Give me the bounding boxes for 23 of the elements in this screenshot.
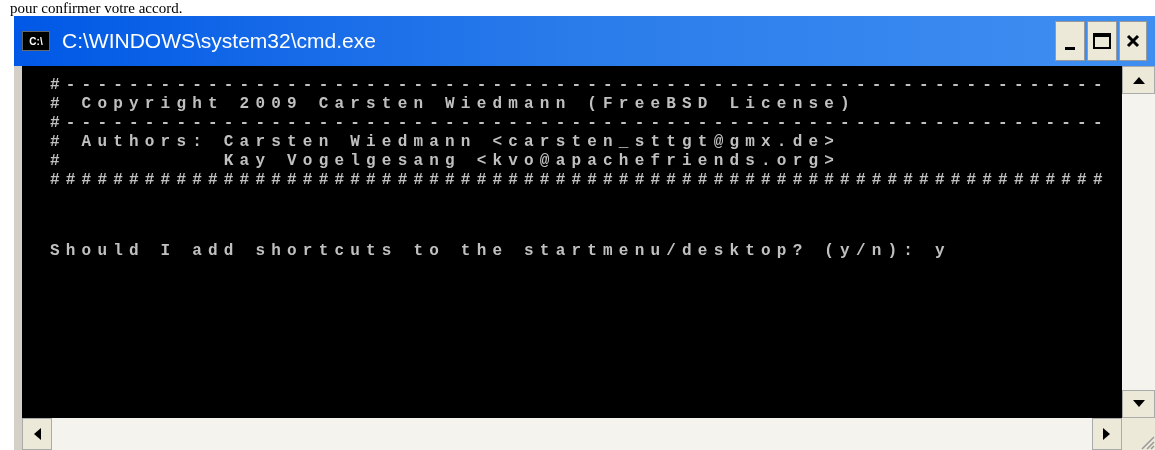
prompt-line: Should I add shortcuts to the startmenu/desktop? (y/n): y [50,242,952,261]
console-line: ################################################################### [50,171,1110,190]
console-line: # Copyright 2009 Carsten Wiedmann (FreeBSD License) [50,95,857,114]
up-triangle-icon [1132,76,1145,84]
minimize-button[interactable] [1055,21,1085,61]
down-triangle-icon [1132,400,1145,408]
console-line: #------------------------------------------------------------------ [50,76,1110,95]
left-triangle-icon [33,428,41,440]
window-icon: C:\ [22,31,50,51]
console-line: # Kay Vogelgesang <kvo@apachefriends.org> [50,152,842,171]
window-title: C:\WINDOWS\system32\cmd.exe [62,28,376,55]
right-triangle-icon [1103,428,1111,440]
console-line: # Authors: Carsten Wiedmann <carsten_sttgt@gmx.de> [50,133,842,152]
resize-grip-icon [1122,418,1155,450]
console-line: #------------------------------------------------------------------ [50,114,1110,133]
close-icon [1126,34,1140,48]
close-button[interactable] [1119,21,1147,61]
scroll-right-button[interactable] [1092,418,1122,450]
page-text: pour confirmer votre accord. [9,0,184,16]
scroll-up-button[interactable] [1122,66,1155,94]
scroll-left-button[interactable] [22,418,52,450]
scroll-down-button[interactable] [1122,390,1155,418]
maximize-button[interactable] [1087,21,1117,61]
